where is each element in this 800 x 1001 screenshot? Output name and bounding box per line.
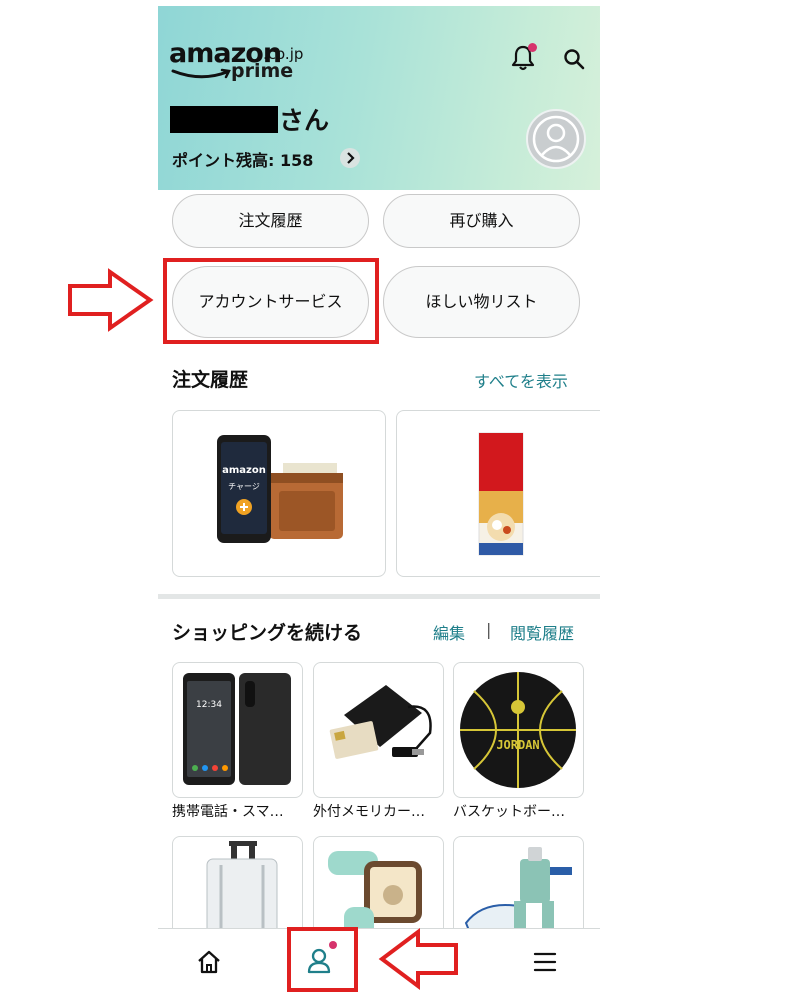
account-header: amazon .co.jp prime さん ポイント残高: 158	[158, 6, 600, 190]
section-divider	[158, 594, 600, 599]
highlight-account-tab	[287, 927, 358, 992]
jordan-text: JORDAN	[496, 738, 539, 752]
points-balance[interactable]: ポイント残高: 158	[172, 147, 313, 171]
product-tile-phone[interactable]: 12:34	[172, 662, 303, 798]
order-history-button[interactable]: 注文履歴	[172, 194, 369, 248]
redacted-username	[170, 106, 278, 133]
menu-icon[interactable]	[533, 951, 557, 973]
home-icon[interactable]	[196, 949, 222, 975]
smartphone-image: 12:34	[183, 673, 291, 785]
product-tile-basketball[interactable]: JORDAN	[453, 662, 584, 798]
smile-icon	[171, 68, 231, 79]
product-label-card-reader[interactable]: 外付メモリカー…	[313, 801, 443, 821]
highlight-account-service	[163, 258, 379, 344]
product-label-phone[interactable]: 携帯電話・スマ…	[172, 801, 302, 821]
basketball-image: JORDAN	[460, 672, 576, 788]
username-suffix: さん	[279, 106, 330, 135]
product-label-basketball[interactable]: バスケットボー…	[453, 801, 583, 821]
buy-again-button[interactable]: 再び購入	[383, 194, 580, 248]
logo-prime: prime	[231, 60, 294, 82]
browsing-history-link[interactable]: 閲覧履歴	[510, 620, 574, 644]
card-reader-image	[329, 685, 432, 759]
chevron-right-icon[interactable]	[340, 148, 360, 168]
link-separator: |	[486, 620, 492, 639]
amazon-prime-logo[interactable]: amazon .co.jp prime	[169, 38, 309, 84]
wishlist-button[interactable]: ほしい物リスト	[383, 266, 580, 338]
edit-link[interactable]: 編集	[433, 620, 465, 644]
app-screen: amazon .co.jp prime さん ポイント残高: 158 注文履歴 …	[158, 6, 600, 996]
order-item-gift-card[interactable]: amazon チャージ	[172, 410, 386, 577]
gift-card-image: amazon チャージ	[217, 435, 343, 543]
gift-card-sub: チャージ	[228, 482, 260, 491]
ramen-package-image	[478, 432, 524, 556]
avatar[interactable]	[526, 109, 586, 169]
arrow-right-annotation-icon	[68, 268, 154, 332]
view-all-link[interactable]: すべてを表示	[474, 368, 568, 392]
order-item-ramen[interactable]	[396, 410, 600, 577]
arrow-left-annotation-icon	[378, 928, 458, 990]
phone-time: 12:34	[196, 700, 222, 710]
orders-section-title: 注文履歴	[172, 369, 249, 391]
continue-shopping-title: ショッピングを続ける	[172, 622, 363, 644]
search-icon[interactable]	[563, 48, 585, 70]
notification-badge	[528, 43, 537, 52]
product-tile-card-reader[interactable]	[313, 662, 444, 798]
gift-card-brand: amazon	[222, 465, 266, 476]
